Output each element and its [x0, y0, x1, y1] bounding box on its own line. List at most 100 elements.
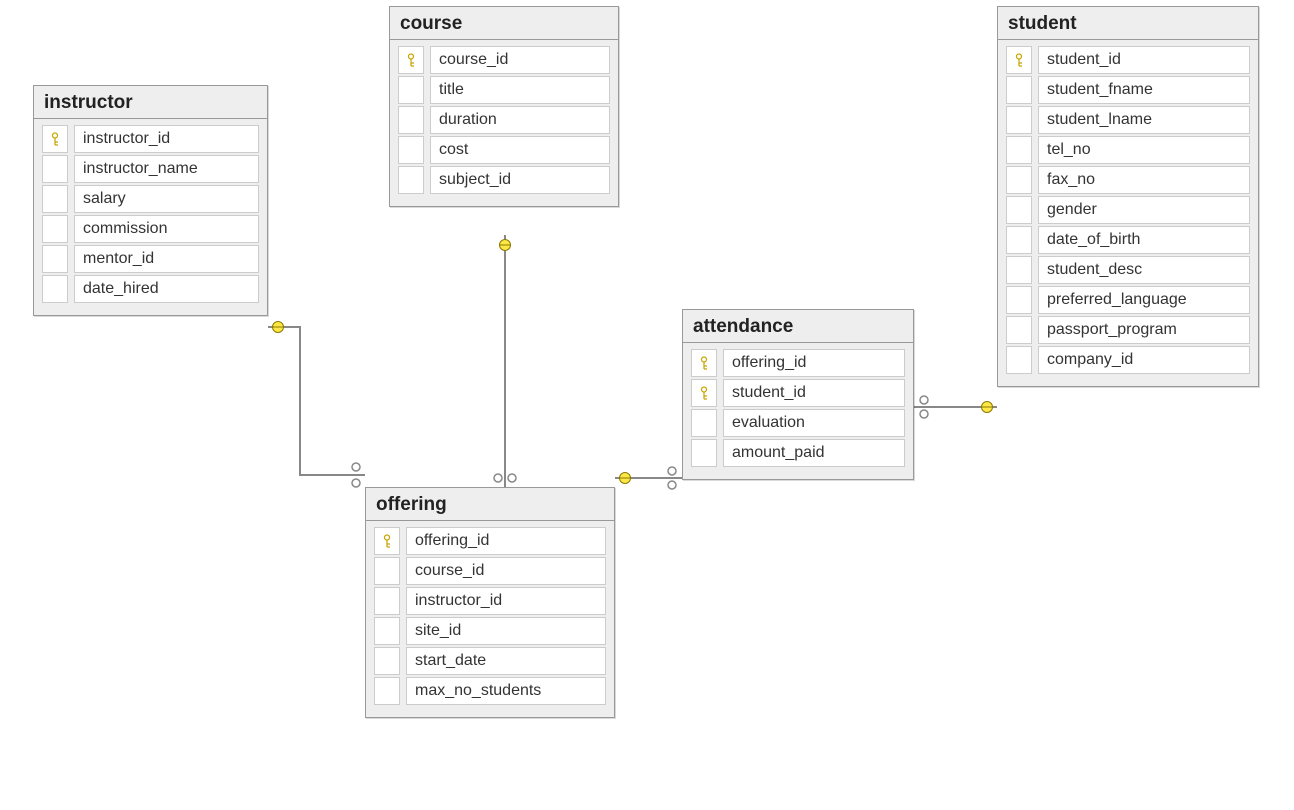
- field-row[interactable]: salary: [42, 185, 259, 213]
- field-name: subject_id: [430, 166, 610, 194]
- field-icon-blank: [374, 557, 400, 585]
- field-icon-blank: [1006, 136, 1032, 164]
- field-icon-blank: [1006, 226, 1032, 254]
- field-row[interactable]: amount_paid: [691, 439, 905, 467]
- field-name: student_desc: [1038, 256, 1250, 284]
- field-name: student_lname: [1038, 106, 1250, 134]
- entity-fields: course_idtitledurationcostsubject_id: [390, 40, 618, 206]
- entity-instructor[interactable]: instructor instructor_idinstructor_namesa…: [33, 85, 268, 316]
- entity-fields: offering_idstudent_idevaluationamount_pa…: [683, 343, 913, 479]
- field-row[interactable]: fax_no: [1006, 166, 1250, 194]
- field-row[interactable]: preferred_language: [1006, 286, 1250, 314]
- field-name: instructor_id: [74, 125, 259, 153]
- field-row[interactable]: gender: [1006, 196, 1250, 224]
- field-row[interactable]: evaluation: [691, 409, 905, 437]
- field-row[interactable]: site_id: [374, 617, 606, 645]
- entity-offering[interactable]: offeringoffering_idcourse_idinstructor_i…: [365, 487, 615, 718]
- field-row[interactable]: commission: [42, 215, 259, 243]
- entity-title: offering: [366, 488, 614, 521]
- field-name: student_fname: [1038, 76, 1250, 104]
- field-row[interactable]: subject_id: [398, 166, 610, 194]
- field-name: preferred_language: [1038, 286, 1250, 314]
- field-name: cost: [430, 136, 610, 164]
- entity-attendance[interactable]: attendanceoffering_idstudent_idevaluatio…: [682, 309, 914, 480]
- entity-course[interactable]: coursecourse_idtitledurationcostsubject_…: [389, 6, 619, 207]
- field-row[interactable]: max_no_students: [374, 677, 606, 705]
- rel-attendance-student: [914, 396, 997, 418]
- entity-fields: student_idstudent_fnamestudent_lnametel_…: [998, 40, 1258, 386]
- field-row[interactable]: instructor_name: [42, 155, 259, 183]
- field-icon-blank: [374, 647, 400, 675]
- field-icon-blank: [1006, 316, 1032, 344]
- field-name: offering_id: [406, 527, 606, 555]
- entity-title: student: [998, 7, 1258, 40]
- field-row[interactable]: date_hired: [42, 275, 259, 303]
- field-row[interactable]: company_id: [1006, 346, 1250, 374]
- field-name: duration: [430, 106, 610, 134]
- field-name: offering_id: [723, 349, 905, 377]
- entity-student[interactable]: studentstudent_idstudent_fnamestudent_ln…: [997, 6, 1259, 387]
- field-icon-blank: [691, 439, 717, 467]
- field-name: tel_no: [1038, 136, 1250, 164]
- field-name: course_id: [430, 46, 610, 74]
- field-icon-blank: [1006, 256, 1032, 284]
- field-name: student_id: [723, 379, 905, 407]
- field-row[interactable]: cost: [398, 136, 610, 164]
- field-icon-blank: [42, 185, 68, 213]
- rel-instructor-offering: [268, 322, 365, 488]
- field-name: student_id: [1038, 46, 1250, 74]
- primary-key-icon: [42, 125, 68, 153]
- field-row[interactable]: instructor_id: [374, 587, 606, 615]
- field-icon-blank: [42, 155, 68, 183]
- rel-offering-attendance: [615, 467, 682, 489]
- field-row[interactable]: offering_id: [691, 349, 905, 377]
- field-icon-blank: [1006, 106, 1032, 134]
- entity-title: course: [390, 7, 618, 40]
- field-row[interactable]: title: [398, 76, 610, 104]
- field-icon-blank: [374, 617, 400, 645]
- entity-fields: offering_idcourse_idinstructor_idsite_id…: [366, 521, 614, 717]
- field-name: company_id: [1038, 346, 1250, 374]
- primary-key-icon: [1006, 46, 1032, 74]
- field-name: date_hired: [74, 275, 259, 303]
- field-icon-blank: [398, 106, 424, 134]
- field-icon-blank: [42, 275, 68, 303]
- field-icon-blank: [1006, 286, 1032, 314]
- field-row[interactable]: student_id: [691, 379, 905, 407]
- field-name: site_id: [406, 617, 606, 645]
- field-name: fax_no: [1038, 166, 1250, 194]
- field-name: instructor_id: [406, 587, 606, 615]
- field-row[interactable]: student_fname: [1006, 76, 1250, 104]
- field-icon-blank: [398, 166, 424, 194]
- field-row[interactable]: date_of_birth: [1006, 226, 1250, 254]
- field-row[interactable]: course_id: [398, 46, 610, 74]
- field-name: instructor_name: [74, 155, 259, 183]
- field-icon-blank: [1006, 196, 1032, 224]
- field-row[interactable]: mentor_id: [42, 245, 259, 273]
- primary-key-icon: [398, 46, 424, 74]
- field-name: max_no_students: [406, 677, 606, 705]
- field-row[interactable]: course_id: [374, 557, 606, 585]
- field-name: course_id: [406, 557, 606, 585]
- entity-title: instructor: [34, 86, 267, 119]
- field-row[interactable]: duration: [398, 106, 610, 134]
- field-row[interactable]: passport_program: [1006, 316, 1250, 344]
- field-icon-blank: [398, 76, 424, 104]
- field-row[interactable]: instructor_id: [42, 125, 259, 153]
- field-row[interactable]: tel_no: [1006, 136, 1250, 164]
- field-name: start_date: [406, 647, 606, 675]
- field-icon-blank: [42, 215, 68, 243]
- field-row[interactable]: offering_id: [374, 527, 606, 555]
- field-row[interactable]: student_lname: [1006, 106, 1250, 134]
- field-icon-blank: [691, 409, 717, 437]
- field-name: gender: [1038, 196, 1250, 224]
- field-row[interactable]: start_date: [374, 647, 606, 675]
- primary-key-icon: [691, 349, 717, 377]
- entity-title: attendance: [683, 310, 913, 343]
- field-name: amount_paid: [723, 439, 905, 467]
- field-icon-blank: [1006, 166, 1032, 194]
- field-icon-blank: [42, 245, 68, 273]
- field-row[interactable]: student_id: [1006, 46, 1250, 74]
- field-row[interactable]: student_desc: [1006, 256, 1250, 284]
- field-name: salary: [74, 185, 259, 213]
